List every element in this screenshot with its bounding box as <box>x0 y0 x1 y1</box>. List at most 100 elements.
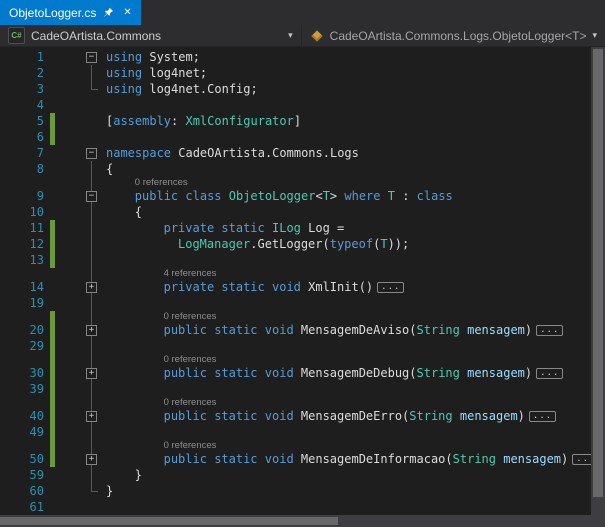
line-number[interactable]: 39 <box>18 381 48 397</box>
line-number[interactable]: 3 <box>18 81 48 97</box>
breakpoint-margin[interactable] <box>0 81 18 97</box>
line-number[interactable]: 12 <box>18 236 48 252</box>
breakpoint-margin[interactable] <box>0 113 18 129</box>
breakpoint-margin[interactable] <box>0 483 18 499</box>
breakpoint-margin[interactable] <box>0 204 18 220</box>
code-line[interactable]: 5 [assembly: XmlConfigurator] <box>0 113 591 129</box>
line-number[interactable]: 7 <box>18 145 48 161</box>
breakpoint-margin[interactable] <box>0 49 18 65</box>
code-line[interactable]: 8{ <box>0 161 591 177</box>
line-number[interactable]: 40 <box>18 408 48 424</box>
collapsed-region-indicator[interactable]: ... <box>377 282 405 293</box>
code-line[interactable]: 1 − using System; <box>0 49 591 65</box>
breakpoint-margin[interactable] <box>0 311 18 338</box>
tab-objetologger[interactable]: ObjetoLogger.cs ✕ <box>0 0 141 25</box>
line-number[interactable]: 20 <box>18 322 48 338</box>
breakpoint-margin[interactable] <box>0 236 18 252</box>
line-number[interactable]: 9 <box>18 188 48 204</box>
code-line[interactable]: 29 <box>0 338 591 354</box>
line-number[interactable]: 30 <box>18 365 48 381</box>
breakpoint-margin[interactable] <box>0 97 18 113</box>
line-number[interactable]: 14 <box>18 279 48 295</box>
breakpoint-margin[interactable] <box>0 295 18 311</box>
vertical-scrollbar-thumb[interactable] <box>593 49 603 497</box>
breakpoint-margin[interactable] <box>0 252 18 268</box>
code-line[interactable]: 11 private static ILog Log = <box>0 220 591 236</box>
code-line[interactable]: 19 <box>0 295 591 311</box>
line-number[interactable]: 13 <box>18 252 48 268</box>
line-number[interactable]: 8 <box>18 161 48 177</box>
collapse-toggle-icon[interactable]: − <box>86 148 97 159</box>
line-number[interactable]: 60 <box>18 483 48 499</box>
breakpoint-margin[interactable] <box>0 220 18 236</box>
line-number[interactable]: 2 <box>18 65 48 81</box>
horizontal-scrollbar[interactable] <box>0 515 605 527</box>
line-number[interactable]: 4 <box>18 97 48 113</box>
code-line[interactable]: 39 <box>0 381 591 397</box>
expand-toggle-icon[interactable]: + <box>86 282 97 293</box>
breakpoint-margin[interactable] <box>0 177 18 204</box>
code-line[interactable]: 13 <box>0 252 591 268</box>
line-number[interactable]: 59 <box>18 467 48 483</box>
breakpoint-margin[interactable] <box>0 338 18 354</box>
code-line[interactable]: 30 +0 references public static void Mensag… <box>0 354 591 381</box>
code-line[interactable]: 9 −0 references public class ObjetoLogger<… <box>0 177 591 204</box>
code-line[interactable]: 40 +0 references public static void Mensag… <box>0 397 591 424</box>
codelens-references[interactable]: 0 references <box>102 177 591 188</box>
breakpoint-margin[interactable] <box>0 145 18 161</box>
collapsed-region-indicator[interactable]: ... <box>536 368 564 379</box>
close-icon[interactable]: ✕ <box>121 7 133 19</box>
breakpoint-margin[interactable] <box>0 440 18 467</box>
collapsed-region-indicator[interactable]: ... <box>536 325 564 336</box>
code-line[interactable]: 3 using log4net.Config; <box>0 81 591 97</box>
codelens-references[interactable]: 0 references <box>102 354 591 365</box>
vertical-scrollbar[interactable] <box>591 47 605 515</box>
breakpoint-margin[interactable] <box>0 268 18 295</box>
codelens-references[interactable]: 4 references <box>102 268 591 279</box>
collapsed-region-indicator[interactable]: ... <box>572 454 591 465</box>
breakpoint-margin[interactable] <box>0 467 18 483</box>
expand-toggle-icon[interactable]: + <box>86 325 97 336</box>
collapsed-region-indicator[interactable]: ... <box>528 411 557 422</box>
code-line[interactable]: 6 <box>0 129 591 145</box>
member-dropdown[interactable]: CadeOArtista.Commons.Logs.ObjetoLogger<T… <box>302 25 605 46</box>
line-number[interactable]: 50 <box>18 451 48 467</box>
code-line[interactable]: 61 <box>0 499 591 515</box>
code-line[interactable]: 7 − namespace CadeOArtista.Commons.Logs <box>0 145 591 161</box>
code-line[interactable]: 50 +0 references public static void Mensag… <box>0 440 591 467</box>
collapse-toggle-icon[interactable]: − <box>86 52 97 63</box>
code-line[interactable]: 2 using log4net; <box>0 65 591 81</box>
expand-toggle-icon[interactable]: + <box>86 411 97 422</box>
code-line[interactable]: 60} <box>0 483 591 499</box>
line-number[interactable]: 10 <box>18 204 48 220</box>
code-line[interactable]: 12 LogManager.GetLogger(typeof(T)); <box>0 236 591 252</box>
line-number[interactable]: 1 <box>18 49 48 65</box>
breakpoint-margin[interactable] <box>0 499 18 515</box>
breakpoint-margin[interactable] <box>0 129 18 145</box>
code-line[interactable]: 59} <box>0 467 591 483</box>
codelens-references[interactable]: 0 references <box>102 397 591 408</box>
line-number[interactable]: 19 <box>18 295 48 311</box>
breakpoint-margin[interactable] <box>0 65 18 81</box>
pin-icon[interactable] <box>103 7 114 18</box>
line-number[interactable]: 11 <box>18 220 48 236</box>
line-number[interactable]: 5 <box>18 113 48 129</box>
expand-toggle-icon[interactable]: + <box>86 368 97 379</box>
project-dropdown[interactable]: C# CadeOArtista.Commons ▾ <box>0 25 302 46</box>
breakpoint-margin[interactable] <box>0 161 18 177</box>
line-number[interactable]: 61 <box>18 499 48 515</box>
code-line[interactable]: 49 <box>0 424 591 440</box>
codelens-references[interactable]: 0 references <box>102 311 591 322</box>
code-line[interactable]: 4 <box>0 97 591 113</box>
breakpoint-margin[interactable] <box>0 424 18 440</box>
collapse-toggle-icon[interactable]: − <box>86 191 97 202</box>
code-line[interactable]: 10 { <box>0 204 591 220</box>
breakpoint-margin[interactable] <box>0 354 18 381</box>
code-line[interactable]: 20 +0 references public static void Mensag… <box>0 311 591 338</box>
expand-toggle-icon[interactable]: + <box>86 454 97 465</box>
codelens-references[interactable]: 0 references <box>102 440 591 451</box>
breakpoint-margin[interactable] <box>0 381 18 397</box>
code-line[interactable]: 14 +4 references private static void XmlIn… <box>0 268 591 295</box>
line-number[interactable]: 29 <box>18 338 48 354</box>
line-number[interactable]: 49 <box>18 424 48 440</box>
